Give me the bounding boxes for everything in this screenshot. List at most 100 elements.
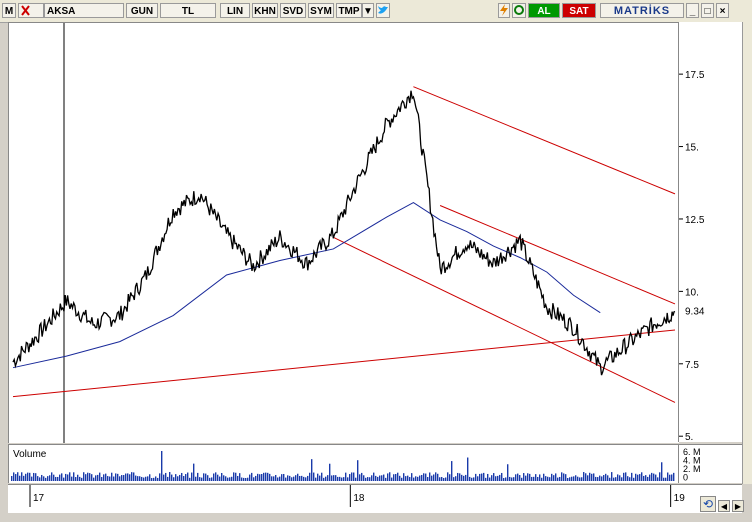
app-icon[interactable]: M <box>2 3 16 18</box>
volume-bar <box>205 473 207 481</box>
volume-bar <box>639 474 641 481</box>
volume-bar <box>203 473 205 481</box>
volume-bar <box>255 475 257 481</box>
volume-chart-area[interactable]: Volume <box>8 444 679 483</box>
volume-bar <box>117 473 119 481</box>
volume-bar <box>585 473 587 481</box>
volume-bar <box>595 476 597 481</box>
symbol-icon[interactable] <box>18 3 44 18</box>
volume-bar <box>445 477 447 481</box>
volume-bar <box>335 475 337 481</box>
close-button[interactable]: × <box>716 3 729 18</box>
scroll-left-button[interactable]: ◀ <box>718 500 730 512</box>
volume-bar <box>145 476 147 481</box>
volume-bar <box>461 474 463 481</box>
volume-bar <box>71 476 73 481</box>
volume-bar <box>91 474 93 481</box>
volume-bar <box>411 473 413 481</box>
volume-bar <box>655 474 657 481</box>
volume-bar <box>443 477 445 481</box>
volume-bar <box>299 475 301 481</box>
volume-bar <box>521 477 523 481</box>
volume-bar <box>387 473 389 481</box>
volume-bar <box>259 474 261 481</box>
volume-bar <box>295 475 297 481</box>
volume-bar <box>571 476 573 481</box>
price-chart-area[interactable] <box>8 22 679 443</box>
vertical-scrollbar[interactable] <box>742 22 752 484</box>
volume-bar <box>539 474 541 481</box>
svd-button[interactable]: SVD <box>280 3 306 18</box>
volume-bar <box>157 477 159 481</box>
symbol-field[interactable]: AKSA <box>44 3 124 18</box>
buy-button[interactable]: AL <box>528 3 560 18</box>
volume-bar <box>231 476 233 481</box>
volume-bar <box>599 475 601 481</box>
volume-bar <box>463 475 465 481</box>
volume-bar <box>619 475 621 481</box>
trendline-2[interactable] <box>333 236 676 403</box>
volume-bar <box>47 476 49 481</box>
volume-bar <box>17 472 19 481</box>
price-chart[interactable] <box>9 23 679 443</box>
volume-bar <box>151 477 153 481</box>
volume-bar <box>289 475 291 481</box>
volume-bar <box>301 475 303 481</box>
price-line <box>12 90 676 376</box>
minimize-button[interactable]: _ <box>686 3 699 18</box>
tmp-button[interactable]: TMP <box>336 3 362 18</box>
volume-bar <box>471 477 473 481</box>
scale-button[interactable]: LIN <box>220 3 250 18</box>
volume-bar <box>549 477 551 481</box>
volume-bar <box>481 473 483 481</box>
trendline-3[interactable] <box>439 205 676 305</box>
scroll-right-button[interactable]: ▶ <box>732 500 744 512</box>
volume-bar <box>185 474 187 481</box>
sell-button[interactable]: SAT <box>562 3 596 18</box>
refresh-icon[interactable] <box>512 3 526 18</box>
volume-bar <box>455 476 457 481</box>
volume-bar <box>211 477 213 481</box>
volume-bar <box>649 474 651 481</box>
volume-bar <box>567 477 569 481</box>
volume-bar <box>457 472 459 481</box>
trendline-1[interactable] <box>413 86 676 195</box>
volume-bar <box>209 477 211 481</box>
volume-bar <box>509 476 511 481</box>
sym-button[interactable]: SYM <box>308 3 334 18</box>
sync-icon[interactable]: ⟲ <box>700 496 716 512</box>
volume-bar <box>635 473 637 481</box>
volume-bar <box>243 477 245 481</box>
volume-bar <box>143 477 145 481</box>
volume-bar <box>235 472 237 481</box>
period-button[interactable]: GUN <box>126 3 158 18</box>
volume-bar <box>409 477 411 481</box>
volume-bar <box>431 475 433 481</box>
volume-bar <box>39 477 41 481</box>
volume-bar <box>165 472 167 481</box>
volume-bar <box>237 475 239 481</box>
maximize-button[interactable]: □ <box>701 3 714 18</box>
dropdown-icon[interactable]: ▼ <box>362 3 374 18</box>
twitter-icon[interactable] <box>376 3 390 18</box>
volume-bar <box>213 473 215 481</box>
currency-button[interactable]: TL <box>160 3 216 18</box>
volume-bar <box>21 472 23 481</box>
volume-chart[interactable]: Volume <box>9 445 679 483</box>
volume-bar <box>359 474 361 481</box>
volume-bar <box>241 477 243 481</box>
volume-bar <box>403 473 405 481</box>
volume-bar <box>199 477 201 481</box>
lightning-icon[interactable] <box>498 3 510 18</box>
khn-button[interactable]: KHN <box>252 3 278 18</box>
volume-bar <box>505 477 507 481</box>
volume-bar <box>223 475 225 481</box>
volume-bar <box>207 475 209 481</box>
volume-bar <box>399 475 401 481</box>
volume-bar <box>643 475 645 481</box>
volume-bar <box>597 477 599 481</box>
volume-bar <box>251 472 253 481</box>
volume-bar <box>59 474 61 481</box>
trendline-0[interactable] <box>12 329 676 398</box>
volume-bar <box>269 473 271 481</box>
